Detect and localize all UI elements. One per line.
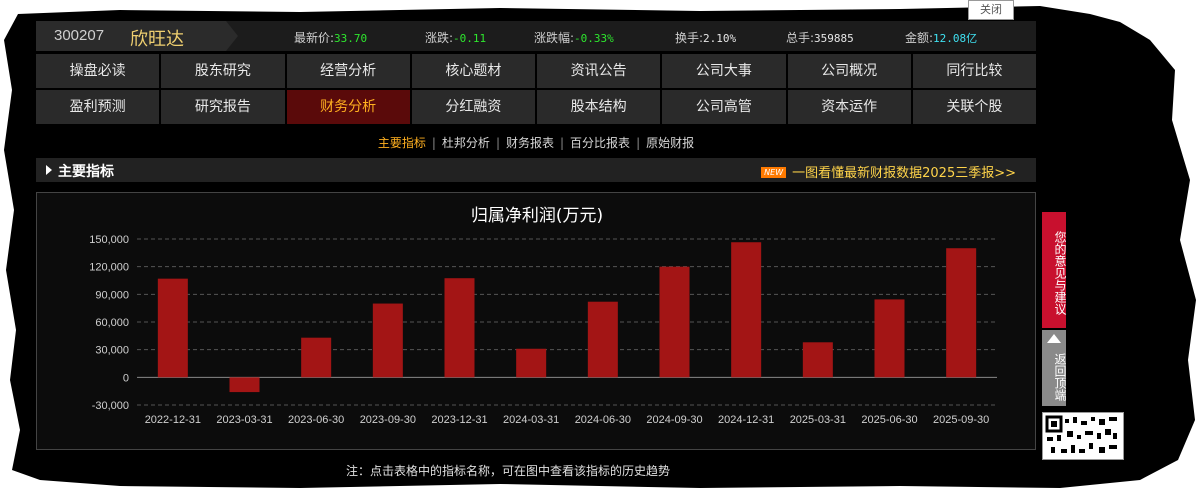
x-tick-label: 2025-03-31: [790, 414, 846, 426]
y-tick-label: -30,000: [92, 400, 129, 412]
y-tick-label: 60,000: [95, 317, 129, 329]
nav-item-guanlian[interactable]: 关联个股: [912, 90, 1036, 124]
quote-volume: 总手:359885: [786, 31, 854, 45]
promo-text: 一图看懂最新财报数据2025三季报>>: [792, 166, 1016, 181]
quote-change-pct: 涨跌幅:-0.33%: [534, 31, 614, 45]
y-tick-label: 120,000: [89, 262, 129, 274]
x-tick-label: 2024-03-31: [503, 414, 559, 426]
quote-latest-price: 最新价:33.70: [294, 31, 368, 45]
quote-change: 涨跌:-0.11: [425, 31, 487, 45]
y-tick-label: 0: [123, 372, 129, 384]
feedback-button[interactable]: 您的意见与建议: [1042, 212, 1067, 328]
bar: [301, 337, 332, 378]
x-tick-label: 2025-06-30: [861, 414, 917, 426]
promo-link[interactable]: NEW 一图看懂最新财报数据2025三季报>>: [761, 162, 1016, 181]
section-header: 主要指标 NEW 一图看懂最新财报数据2025三季报>>: [36, 158, 1036, 182]
x-tick-label: 2023-03-31: [216, 414, 272, 426]
subtab-statements[interactable]: 财务报表: [500, 134, 560, 151]
bar: [372, 303, 403, 378]
profit-bar-chart: -30,000 0 30,000 60,000 90,000 120,000 150,000…: [89, 234, 997, 426]
quote-turnover: 换手:2.10%: [675, 31, 737, 45]
nav-item-tonghang[interactable]: 同行比较: [912, 54, 1036, 88]
qr-code-image: [1042, 412, 1124, 460]
nav-item-fenhong[interactable]: 分红融资: [411, 90, 535, 124]
section-title: 主要指标: [58, 164, 114, 180]
bar: [802, 342, 833, 378]
page: 关闭 300207 欣旺达 最新价:33.70 涨跌:-0.11 涨跌幅:-0.…: [0, 0, 1204, 488]
nav-item-guben[interactable]: 股本结构: [537, 90, 661, 124]
x-tick-label: 2023-09-30: [360, 414, 416, 426]
x-tick-label: 2024-09-30: [646, 414, 702, 426]
nav-item-caiwu[interactable]: 财务分析: [286, 90, 410, 124]
nav-item-yingli[interactable]: 盈利预测: [36, 90, 160, 124]
bar: [731, 242, 762, 378]
x-tick-label: 2025-09-30: [933, 414, 989, 426]
nav-row-1: 操盘必读 股东研究 经营分析 核心题材 资讯公告 公司大事 公司概况 同行比较: [36, 54, 1036, 88]
nav-item-ziben[interactable]: 资本运作: [787, 90, 911, 124]
subtab-bar: 主要指标 | 杜邦分析 | 财务报表 | 百分比报表 | 原始财报: [36, 134, 1036, 151]
close-tab[interactable]: 关闭: [968, 0, 1014, 20]
bar: [229, 377, 260, 393]
nav-item-caopan[interactable]: 操盘必读: [36, 54, 160, 88]
bar: [659, 266, 690, 378]
nav-item-gaoguan[interactable]: 公司高管: [662, 90, 786, 124]
x-tick-label: 2023-12-31: [431, 414, 487, 426]
bar: [946, 248, 977, 378]
nav-item-jingying[interactable]: 经营分析: [286, 54, 410, 88]
subtab-percent[interactable]: 百分比报表: [564, 134, 636, 151]
x-tick-label: 2022-12-31: [145, 414, 201, 426]
stock-name: 欣旺达: [130, 29, 184, 50]
nav-item-ticai[interactable]: 核心题材: [411, 54, 535, 88]
qr-code-icon: [1045, 415, 1117, 453]
back-to-top-button[interactable]: 返回顶端: [1042, 330, 1067, 406]
arrow-up-icon: [1047, 334, 1061, 343]
feedback-label: 您的意见与建议: [1053, 231, 1067, 315]
footnote: 注：点击表格中的指标名称，可在图中查看该指标的历史趋势: [346, 464, 671, 478]
y-tick-label: 150,000: [89, 234, 129, 246]
nav-item-yanjiu[interactable]: 研究报告: [161, 90, 285, 124]
nav-item-gaikuang[interactable]: 公司概况: [787, 54, 911, 88]
subtab-main-indicators[interactable]: 主要指标: [372, 134, 432, 151]
bar: [874, 299, 905, 378]
x-tick-label: 2024-12-31: [718, 414, 774, 426]
subtab-original[interactable]: 原始财报: [640, 134, 700, 151]
back-to-top-label: 返回顶端: [1053, 353, 1067, 401]
stock-id-box: 300207 欣旺达: [36, 21, 238, 51]
nav-item-gudong[interactable]: 股东研究: [161, 54, 285, 88]
y-tick-label: 90,000: [95, 289, 129, 301]
subtab-dupont[interactable]: 杜邦分析: [436, 134, 496, 151]
nav-item-dashi[interactable]: 公司大事: [662, 54, 786, 88]
bar: [444, 278, 475, 378]
bar: [587, 301, 618, 378]
nav-item-zixun[interactable]: 资讯公告: [537, 54, 661, 88]
quote-amount: 金额:12.08亿: [905, 31, 978, 45]
caret-right-icon: [46, 165, 52, 175]
quote-bar: 300207 欣旺达 最新价:33.70 涨跌:-0.11 涨跌幅:-0.33%…: [36, 21, 1036, 51]
nav-row-2: 盈利预测 研究报告 财务分析 分红融资 股本结构 公司高管 资本运作 关联个股: [36, 90, 1036, 124]
x-tick-label: 2023-06-30: [288, 414, 344, 426]
new-badge: NEW: [761, 167, 787, 178]
bar: [516, 348, 547, 378]
chart-panel: 归属净利润(万元) -30,000 0 30,000 60,000 90,000 120,…: [36, 192, 1036, 450]
nav-grid: 操盘必读 股东研究 经营分析 核心题材 资讯公告 公司大事 公司概况 同行比较 …: [36, 54, 1036, 126]
stock-code: 300207: [54, 27, 105, 44]
x-tick-label: 2024-06-30: [575, 414, 631, 426]
bar: [157, 278, 188, 378]
y-tick-label: 30,000: [95, 345, 129, 357]
